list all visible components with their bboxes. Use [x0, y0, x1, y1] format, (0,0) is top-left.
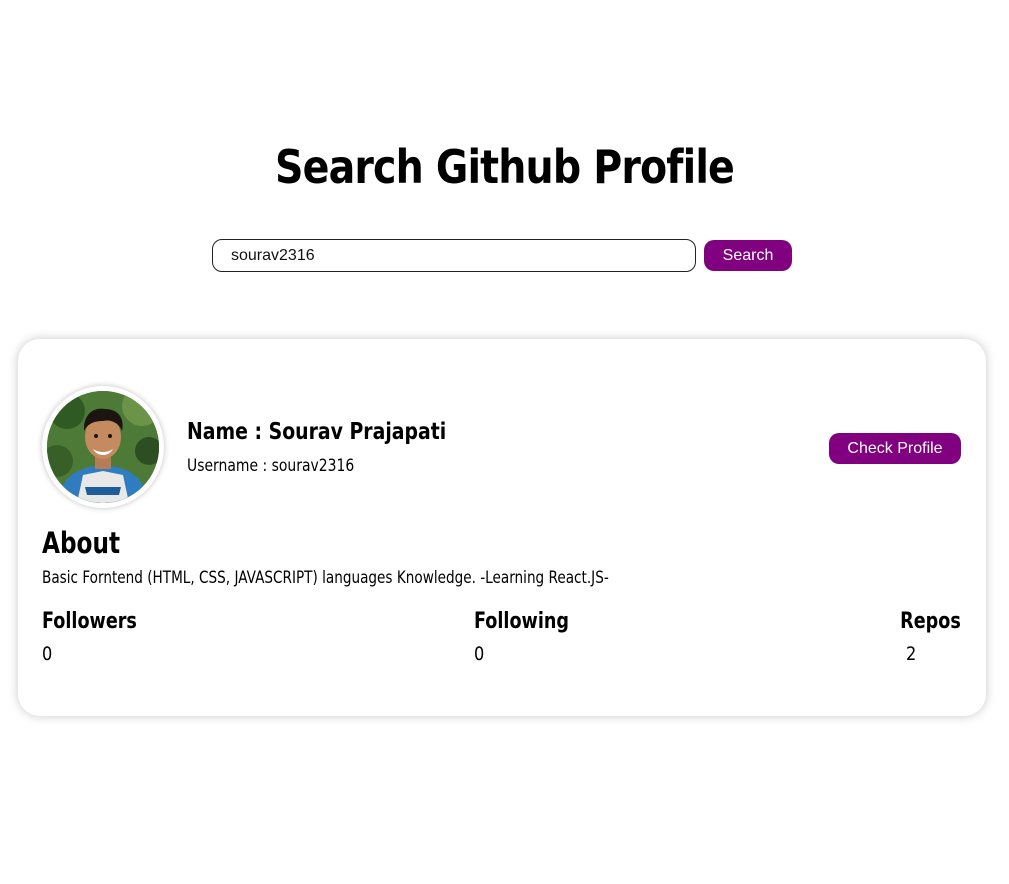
about-text: Basic Forntend (HTML, CSS, JAVASCRIPT) l… [42, 568, 609, 588]
profile-name: Name : Sourav Prajapati [187, 419, 447, 445]
page: Search Github Profile Search [0, 0, 1009, 884]
avatar-image [47, 391, 159, 503]
following-value: 0 [474, 643, 485, 665]
repos-label: Repos [900, 609, 961, 634]
avatar [42, 386, 164, 508]
check-profile-button[interactable]: Check Profile [829, 433, 961, 464]
search-bar: Search [212, 239, 792, 272]
search-input[interactable] [212, 239, 696, 272]
followers-value: 0 [42, 643, 53, 665]
search-button[interactable]: Search [704, 240, 792, 271]
about-heading: About [42, 526, 121, 560]
profile-username: Username : sourav2316 [187, 456, 355, 476]
following-label: Following [474, 609, 569, 634]
profile-card: Name : Sourav Prajapati Username : soura… [18, 339, 986, 716]
page-title: Search Github Profile [274, 140, 735, 194]
repos-value: 2 [906, 643, 917, 665]
followers-label: Followers [42, 609, 137, 634]
